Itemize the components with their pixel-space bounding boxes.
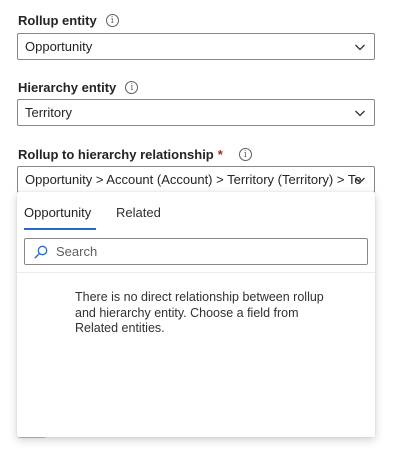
divider [17,272,375,273]
info-icon[interactable]: i [238,148,252,161]
rollup-entity-label-row: Rollup entity i [18,13,119,28]
rollup-configuration-form: Rollup entity i Opportunity Hierarchy en… [0,0,400,453]
hierarchy-entity-label-row: Hierarchy entity i [18,80,139,95]
required-marker: * [217,147,223,162]
tab-opportunity[interactable]: Opportunity [24,205,91,220]
search-input[interactable] [54,243,348,260]
hierarchy-entity-value: Territory [25,105,72,120]
chevron-down-icon [355,44,365,51]
relationship-label: Rollup to hierarchy relationship [18,147,214,162]
rollup-entity-dropdown[interactable]: Opportunity [17,33,375,60]
no-relationship-message: There is no direct relationship between … [75,290,324,335]
chevron-down-icon [355,177,365,184]
relationship-picker-panel: Opportunity Related There is no direct r… [17,192,375,437]
relationship-label-row: Rollup to hierarchy relationship * i [18,147,252,162]
info-icon[interactable]: i [125,81,139,94]
rollup-entity-label: Rollup entity [18,13,97,28]
chevron-down-icon [355,110,365,117]
tab-related[interactable]: Related [116,205,161,220]
rollup-entity-value: Opportunity [25,39,93,54]
hierarchy-entity-dropdown[interactable]: Territory [17,99,375,126]
relationship-dropdown[interactable]: Opportunity > Account (Account) > Territ… [17,166,375,193]
info-icon[interactable]: i [105,14,119,27]
hierarchy-entity-label: Hierarchy entity [18,80,117,95]
search-icon [34,245,48,259]
relationship-value: Opportunity > Account (Account) > Territ… [25,172,362,187]
search-field[interactable] [24,238,368,265]
selected-tab-indicator [24,228,96,230]
picker-tabs: Opportunity Related [17,192,375,232]
